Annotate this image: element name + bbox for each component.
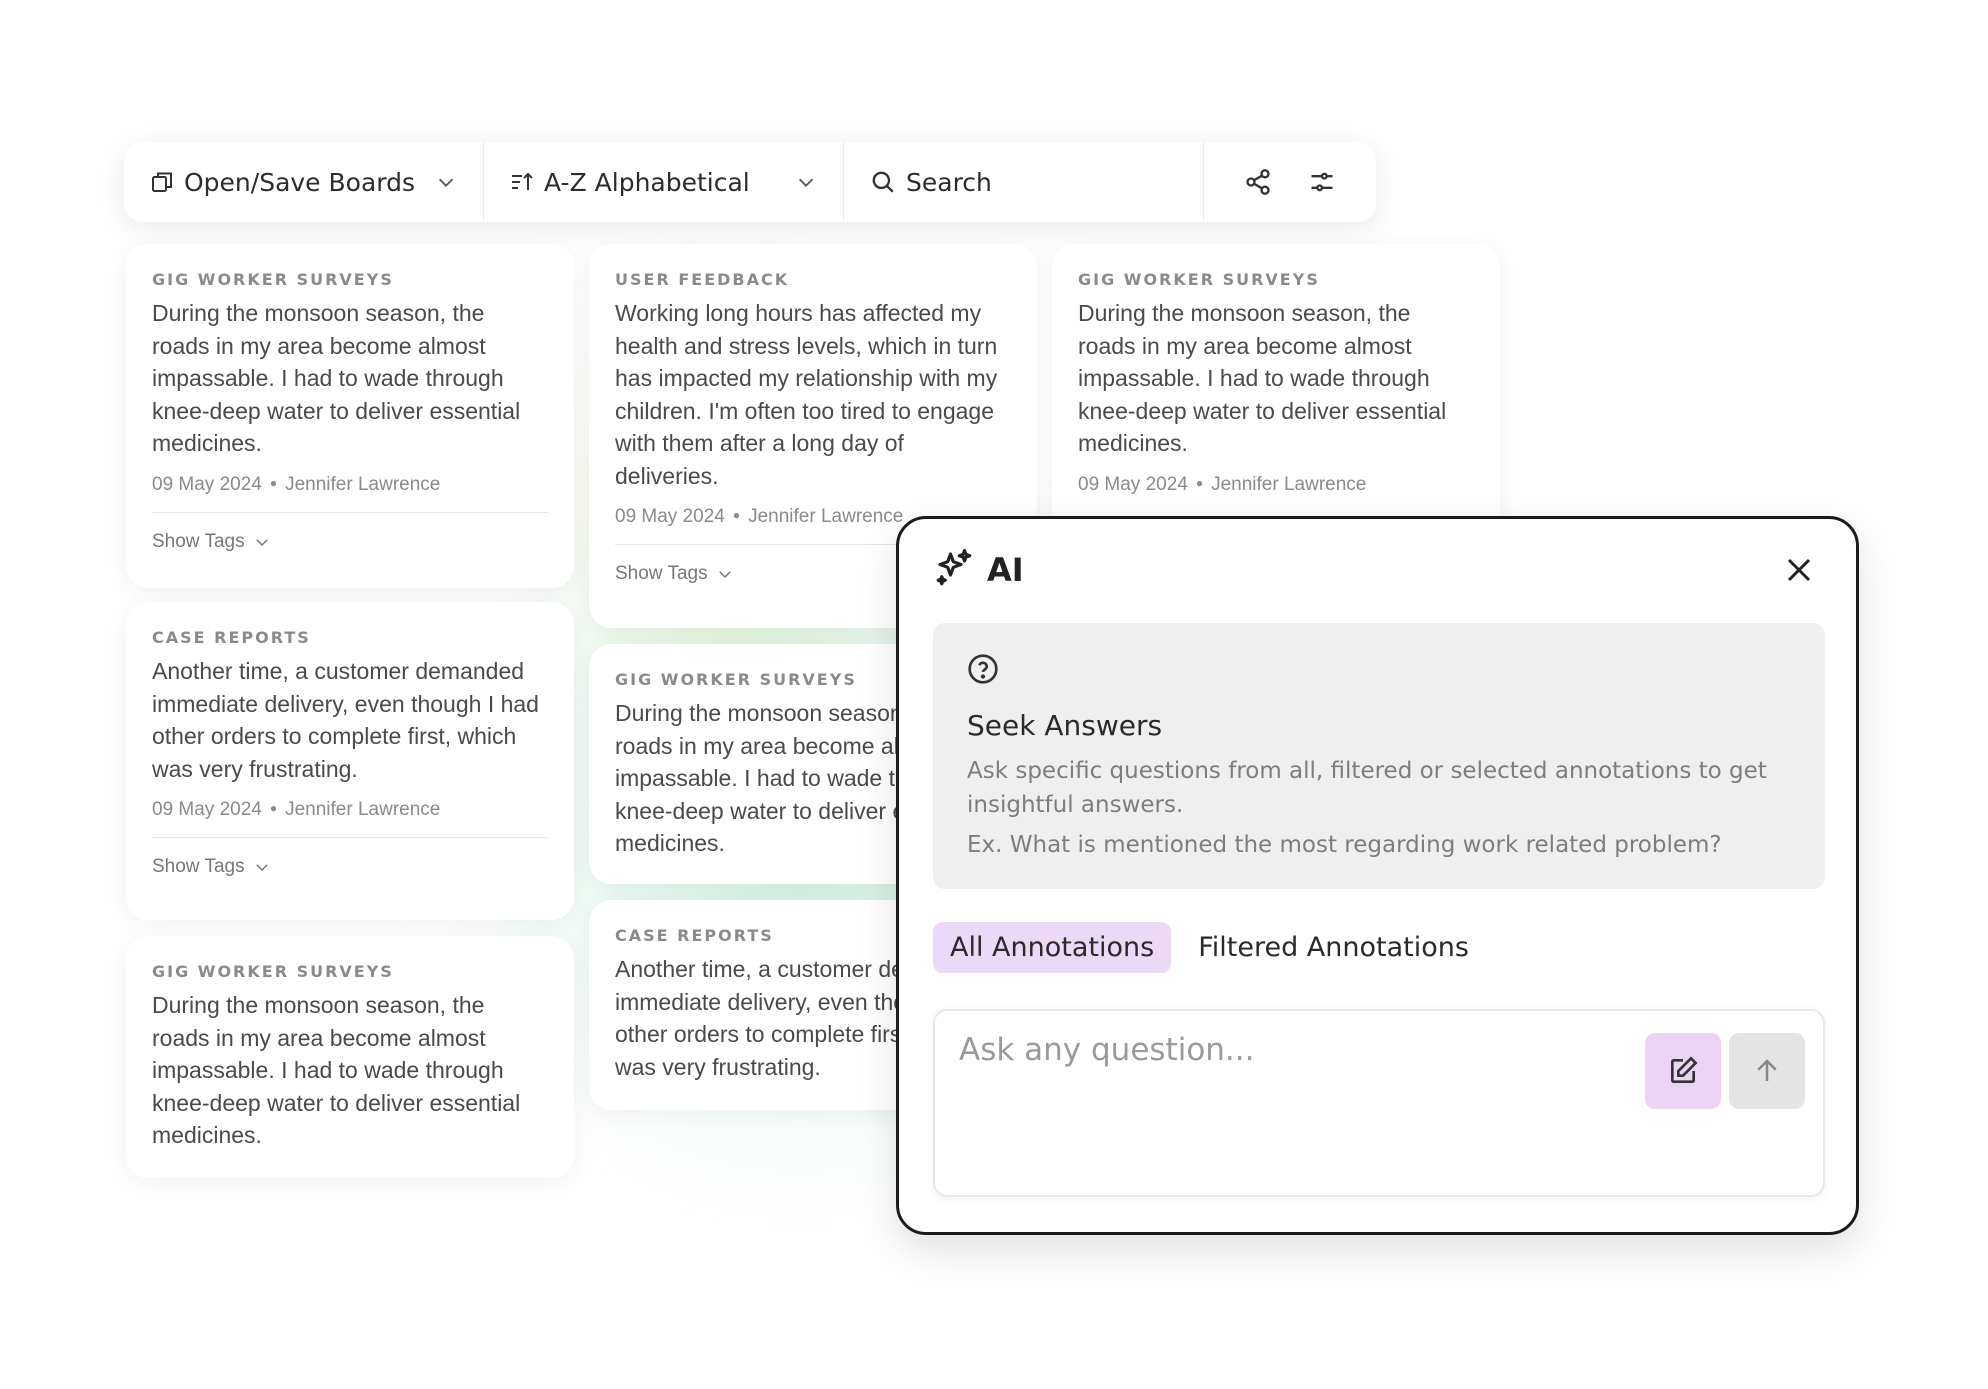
sparkles-icon — [933, 547, 975, 593]
card-category: GIG WORKER SURVEYS — [152, 962, 394, 981]
ai-panel-title: AI — [987, 551, 1024, 589]
sort-label: A-Z Alphabetical — [544, 167, 750, 197]
board-toolbar: Open/Save Boards A-Z Alphabetical Search — [124, 142, 1376, 222]
chevron-down-icon — [435, 171, 457, 193]
sort-ascending-icon — [510, 170, 534, 194]
show-tags-label: Show Tags — [152, 856, 245, 877]
annotation-card[interactable]: GIG WORKER SURVEYS During the monsoon se… — [126, 936, 574, 1178]
chevron-down-icon — [718, 571, 731, 579]
ai-panel: AI Seek Answers Ask specific questions f… — [896, 516, 1859, 1235]
chevron-down-icon — [255, 864, 268, 872]
chevron-down-icon — [255, 538, 268, 546]
card-meta: 09 May 2024 ● Jennifer Lawrence — [152, 473, 441, 495]
card-text: Another time, a customer demanded immedi… — [152, 658, 539, 782]
open-save-boards-label: Open/Save Boards — [184, 167, 416, 197]
send-button[interactable] — [1729, 1033, 1805, 1109]
edit-pencil-icon — [1671, 1056, 1698, 1083]
annotation-scope-tabs: All Annotations Filtered Annotations — [933, 922, 1486, 973]
seek-answers-info: Seek Answers Ask specific questions from… — [933, 623, 1825, 889]
card-text: During the monsoon season, the roads in … — [1078, 300, 1447, 456]
tab-filtered-annotations[interactable]: Filtered Annotations — [1181, 922, 1486, 973]
filter-sliders-icon[interactable] — [1308, 168, 1336, 196]
card-category: GIG WORKER SURVEYS — [152, 270, 394, 289]
card-text: During the monsoon season, the roads in … — [152, 992, 521, 1148]
card-category: CASE REPORTS — [152, 628, 311, 647]
seek-answers-example: Ex. What is mentioned the most regarding… — [967, 832, 1722, 858]
card-author: Jennifer Lawrence — [748, 506, 904, 527]
annotation-card[interactable]: GIG WORKER SURVEYS During the monsoon se… — [1052, 244, 1500, 544]
card-date: 09 May 2024 — [1078, 473, 1188, 495]
toolbar-actions — [1204, 142, 1376, 222]
card-category: GIG WORKER SURVEYS — [1078, 270, 1320, 289]
card-meta: 09 May 2024 ● Jennifer Lawrence — [152, 799, 441, 820]
close-icon — [1787, 558, 1811, 582]
show-tags-toggle[interactable]: Show Tags — [152, 531, 548, 553]
chevron-down-icon — [795, 171, 817, 193]
show-tags-label: Show Tags — [152, 530, 245, 552]
show-tags-toggle[interactable]: Show Tags — [152, 856, 548, 878]
card-author: Jennifer Lawrence — [285, 473, 441, 495]
card-meta: 09 May 2024 ● Jennifer Lawrence — [1078, 473, 1367, 495]
card-text: During the monsoon season, the roads in … — [152, 300, 521, 456]
arrow-up-icon — [1757, 1059, 1777, 1081]
card-author: Jennifer Lawrence — [1211, 473, 1367, 495]
search-icon — [870, 169, 896, 195]
close-button[interactable] — [1784, 555, 1814, 589]
card-author: Jennifer Lawrence — [285, 799, 441, 820]
search-label: Search — [906, 167, 992, 197]
share-icon[interactable] — [1244, 168, 1272, 196]
card-text: Working long hours has affected my healt… — [615, 300, 998, 489]
seek-answers-title: Seek Answers — [967, 709, 1163, 742]
boards-copy-icon — [150, 170, 174, 194]
annotation-card[interactable]: GIG WORKER SURVEYS During the monsoon se… — [126, 244, 574, 588]
seek-answers-description: Ask specific questions from all, filtere… — [967, 758, 1767, 818]
annotation-card[interactable]: CASE REPORTS Another time, a customer de… — [126, 602, 574, 920]
edit-prompt-button[interactable] — [1645, 1033, 1721, 1109]
card-divider — [152, 837, 548, 838]
sort-dropdown[interactable]: A-Z Alphabetical — [484, 142, 844, 222]
ai-panel-header: AI — [933, 547, 1024, 593]
question-circle-icon — [967, 654, 999, 689]
show-tags-label: Show Tags — [615, 563, 708, 584]
card-divider — [152, 511, 548, 513]
open-save-boards-dropdown[interactable]: Open/Save Boards — [124, 142, 484, 222]
question-input[interactable] — [957, 1031, 1601, 1069]
card-date: 09 May 2024 — [152, 473, 262, 495]
question-composer — [933, 1009, 1825, 1197]
tab-all-annotations[interactable]: All Annotations — [933, 922, 1172, 973]
card-date: 09 May 2024 — [615, 506, 725, 527]
card-category: USER FEEDBACK — [615, 270, 790, 289]
card-date: 09 May 2024 — [152, 799, 262, 820]
search-field[interactable]: Search — [844, 142, 1204, 222]
